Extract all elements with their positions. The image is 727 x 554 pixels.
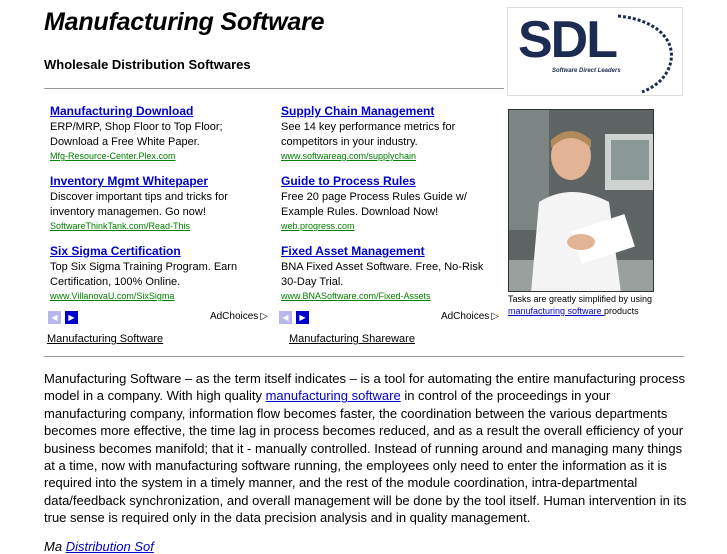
worker-photo bbox=[508, 109, 654, 292]
ad-next-button[interactable]: ▶ bbox=[296, 311, 309, 324]
ad-unit[interactable]: Supply Chain Management See 14 key perfo… bbox=[281, 104, 501, 161]
ad-next-button[interactable]: ▶ bbox=[65, 311, 78, 324]
page-subtitle: Wholesale Distribution Softwares bbox=[44, 57, 251, 72]
page-title: Manufacturing Software bbox=[44, 8, 325, 36]
ad-unit[interactable]: Fixed Asset Management BNA Fixed Asset S… bbox=[281, 244, 501, 301]
adchoices-icon: ▷ bbox=[260, 311, 268, 322]
ad-url-link[interactable]: web.progress.com bbox=[281, 221, 501, 231]
header-divider bbox=[44, 88, 504, 89]
ad-title-link[interactable]: Guide to Process Rules bbox=[281, 174, 501, 188]
ad-url-link[interactable]: SoftwareThinkTank.com/Read-This bbox=[50, 221, 270, 231]
ad-unit[interactable]: Guide to Process Rules Free 20 page Proc… bbox=[281, 174, 501, 231]
ad-description: Top Six Sigma Training Program. Earn Cer… bbox=[50, 261, 238, 288]
ad-unit[interactable]: Inventory Mgmt Whitepaper Discover impor… bbox=[50, 174, 270, 231]
adchoices-label: AdChoices bbox=[440, 311, 490, 322]
ad-description: BNA Fixed Asset Software. Free, No-Risk … bbox=[281, 261, 484, 288]
ad-title-link[interactable]: Six Sigma Certification bbox=[50, 244, 270, 258]
arrow-right-icon: ▶ bbox=[68, 313, 75, 322]
ad-navigation: ◀ ▶ AdChoices ▷ bbox=[48, 311, 270, 325]
photo-caption: Tasks are greatly simplified by using ma… bbox=[508, 293, 683, 317]
ad-unit[interactable]: Manufacturing Download ERP/MRP, Shop Flo… bbox=[50, 104, 270, 161]
next-heading-prefix: Ma bbox=[44, 539, 63, 554]
sdl-logo[interactable]: SDL Software Direct Leaders bbox=[507, 7, 683, 96]
ad-description: Discover important tips and tricks for i… bbox=[50, 191, 228, 218]
arrow-right-icon: ▶ bbox=[299, 313, 306, 322]
arrow-left-icon: ◀ bbox=[282, 313, 289, 322]
ad-title-link[interactable]: Inventory Mgmt Whitepaper bbox=[50, 174, 270, 188]
article-manufacturing-software-link[interactable]: manufacturing software bbox=[266, 388, 401, 403]
adchoices-link[interactable]: AdChoices ▷ bbox=[210, 311, 268, 322]
ad-prev-button[interactable]: ◀ bbox=[48, 311, 61, 324]
footer-link-manufacturing-shareware[interactable]: Manufacturing Shareware bbox=[289, 333, 415, 345]
ad-url-link[interactable]: www.softwareag.com/supplychain bbox=[281, 151, 501, 161]
content-divider bbox=[44, 356, 684, 357]
ad-block-left: Manufacturing Download ERP/MRP, Shop Flo… bbox=[44, 99, 272, 327]
adchoices-link[interactable]: AdChoices ▷ bbox=[441, 311, 499, 322]
worker-photo-image bbox=[509, 110, 653, 291]
ad-url-link[interactable]: www.VillanovaU.com/SixSigma bbox=[50, 291, 270, 301]
logo-swoosh-icon bbox=[617, 14, 673, 94]
ad-description: See 14 key performance metrics for compe… bbox=[281, 121, 456, 148]
ad-title-link[interactable]: Manufacturing Download bbox=[50, 104, 270, 118]
ad-unit[interactable]: Six Sigma Certification Top Six Sigma Tr… bbox=[50, 244, 270, 301]
ad-navigation: ◀ ▶ AdChoices ▷ bbox=[279, 311, 501, 325]
logo-letters: SDL bbox=[518, 11, 618, 69]
distribution-software-link[interactable]: Distribution Sof bbox=[66, 539, 154, 554]
next-section-heading: Ma Distribution Sof bbox=[44, 539, 154, 554]
adchoices-icon: ▷ bbox=[491, 311, 499, 322]
adchoices-label: AdChoices bbox=[209, 311, 259, 322]
ad-title-link[interactable]: Supply Chain Management bbox=[281, 104, 501, 118]
ad-url-link[interactable]: www.BNASoftware.com/Fixed-Assets bbox=[281, 291, 501, 301]
footer-link-manufacturing-software[interactable]: Manufacturing Software bbox=[47, 333, 163, 345]
ad-description: Free 20 page Process Rules Guide w/ Exam… bbox=[281, 191, 467, 218]
ad-prev-button[interactable]: ◀ bbox=[279, 311, 292, 324]
arrow-left-icon: ◀ bbox=[51, 313, 58, 322]
ad-title-link[interactable]: Fixed Asset Management bbox=[281, 244, 501, 258]
ad-url-link[interactable]: Mfg-Resource-Center.Plex.com bbox=[50, 151, 270, 161]
caption-text-end: products bbox=[604, 306, 639, 316]
caption-manufacturing-software-link[interactable]: manufacturing software bbox=[508, 306, 604, 316]
ad-description: ERP/MRP, Shop Floor to Top Floor; Downlo… bbox=[50, 121, 223, 148]
logo-tagline: Software Direct Leaders bbox=[552, 68, 621, 74]
ad-block-right: Supply Chain Management See 14 key perfo… bbox=[275, 99, 503, 327]
article-text-continued: in control of the proceedings in your ma… bbox=[44, 388, 687, 526]
caption-text: Tasks are greatly simplified by using bbox=[508, 294, 653, 304]
article-body: Manufacturing Software – as the term its… bbox=[44, 370, 692, 527]
